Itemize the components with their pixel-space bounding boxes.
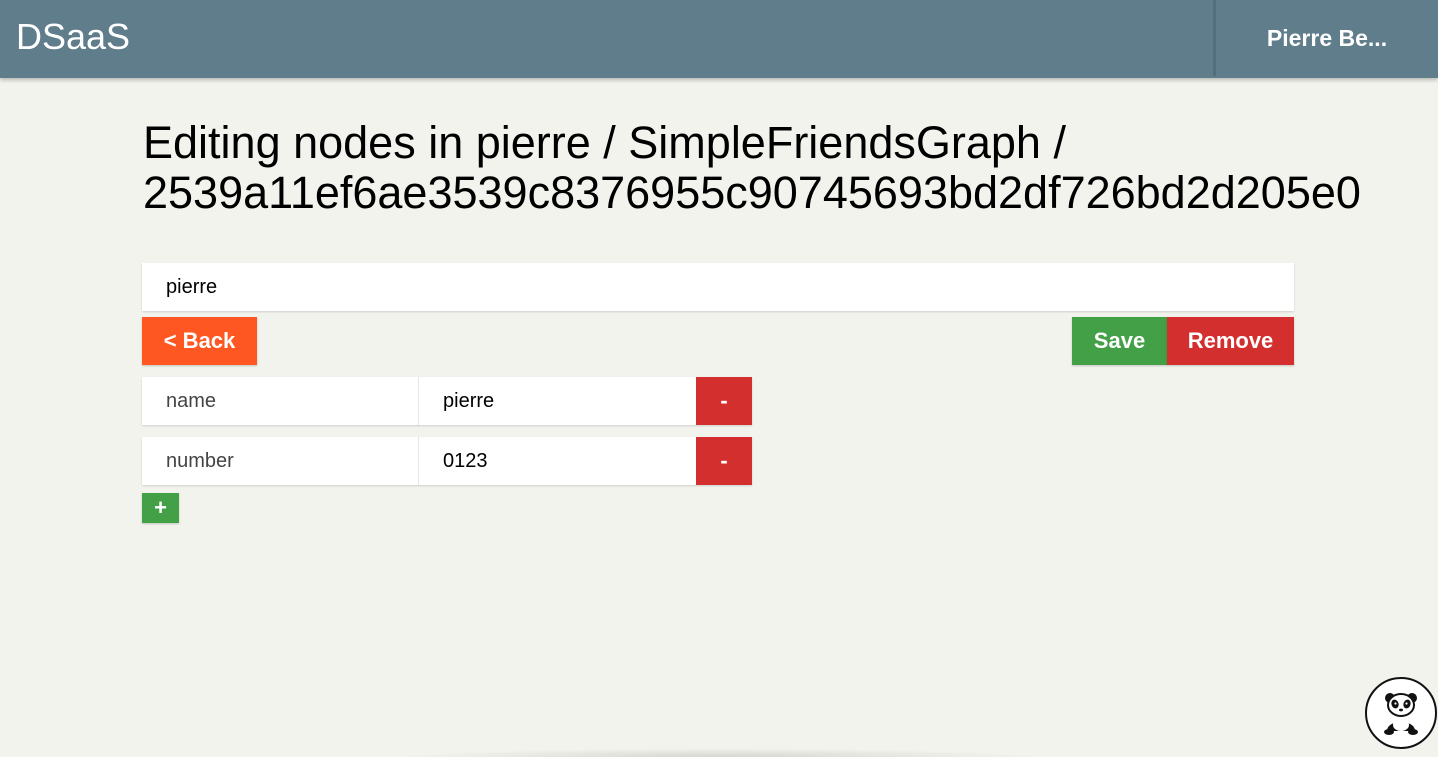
property-row: - [142, 377, 752, 425]
brand-logo[interactable]: DSaaS [16, 15, 130, 59]
remove-property-button[interactable]: - [696, 377, 752, 425]
page-title: Editing nodes in pierre / SimpleFriendsG… [143, 118, 1438, 218]
panda-icon [1384, 693, 1418, 735]
bottom-shadow [400, 748, 1040, 757]
node-name-input[interactable] [142, 263, 1294, 311]
top-app-bar: DSaaS Pierre Be... [0, 0, 1438, 78]
remove-node-button[interactable]: Remove [1167, 317, 1294, 365]
user-menu-button[interactable]: Pierre Be... [1216, 0, 1438, 76]
page-title-line2: 2539a11ef6ae3539c8376955c90745693bd2df72… [143, 167, 1361, 218]
property-value-input[interactable] [419, 437, 696, 485]
page-title-line1: Editing nodes in pierre / SimpleFriendsG… [143, 118, 1066, 168]
save-button[interactable]: Save [1072, 317, 1167, 365]
property-row: - [142, 437, 752, 485]
add-property-button[interactable]: + [142, 493, 179, 523]
remove-property-button[interactable]: - [696, 437, 752, 485]
property-key-input[interactable] [142, 377, 419, 425]
back-button[interactable]: < Back [142, 317, 257, 365]
property-value-input[interactable] [419, 377, 696, 425]
property-key-input[interactable] [142, 437, 419, 485]
assistant-button[interactable] [1365, 677, 1437, 749]
